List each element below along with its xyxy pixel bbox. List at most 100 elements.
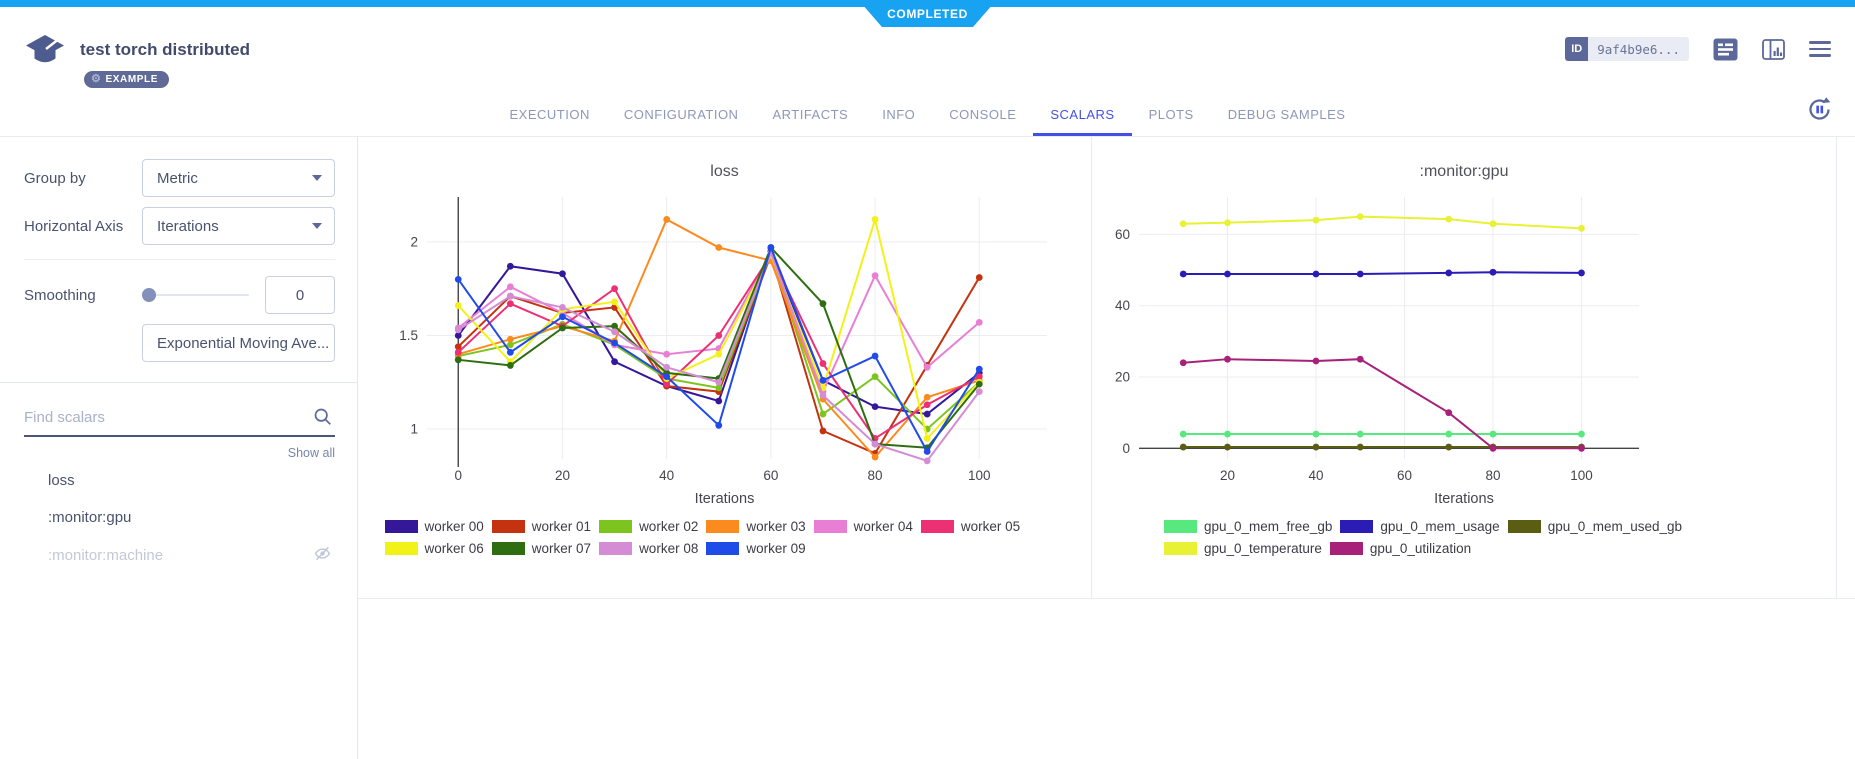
smoothing-label: Smoothing [24,287,142,304]
smoothing-slider[interactable] [142,288,249,302]
legend-item-worker-05[interactable]: worker 05 [921,519,1020,534]
horizontal-axis-label: Horizontal Axis [24,218,142,235]
smoothing-value-input[interactable] [265,276,335,314]
horizontal-axis-select[interactable]: Iterations [142,207,335,245]
smoothing-method-select[interactable]: Exponential Moving Ave... [142,324,335,362]
svg-text:0: 0 [1122,441,1130,456]
legend-swatch [385,520,418,533]
svg-text:60: 60 [763,468,778,483]
caret-down-icon [312,175,322,181]
svg-text:1.5: 1.5 [399,328,418,343]
legend-item-worker-01[interactable]: worker 01 [492,519,591,534]
legend-item-worker-07[interactable]: worker 07 [492,541,591,556]
tab-execution[interactable]: EXECUTION [493,107,607,136]
id-value: 9af4b9e6... [1588,37,1689,61]
tab-artifacts[interactable]: ARTIFACTS [755,107,865,136]
scalars-sidebar: Group by Metric Horizontal Axis Iteratio… [0,137,358,759]
svg-text:100: 100 [1570,468,1593,483]
legend-label: worker 09 [746,541,805,556]
slider-handle[interactable] [142,288,156,302]
chart-title: :monitor:gpu [1092,163,1836,181]
legend-swatch [385,542,418,555]
legend-swatch [1508,520,1541,533]
loss-chart-plot[interactable]: 11.52020406080100 [375,189,1075,489]
legend-item-worker-02[interactable]: worker 02 [599,519,698,534]
menu-button[interactable] [1809,41,1831,57]
legend-label: worker 02 [639,519,698,534]
tab-debug-samples[interactable]: DEBUG SAMPLES [1211,107,1363,136]
tab-scalars[interactable]: SCALARS [1033,107,1131,136]
legend-swatch [1164,520,1197,533]
svg-text:40: 40 [659,468,674,483]
details-view-button[interactable] [1713,38,1738,61]
eye-slash-icon [314,546,331,561]
caret-down-icon [312,223,322,229]
metric-item-loss[interactable]: loss [24,462,335,499]
legend-item-gpu_0_mem_usage[interactable]: gpu_0_mem_usage [1340,519,1499,534]
legend-label: worker 00 [425,519,484,534]
legend-swatch [1164,542,1197,555]
legend-item-worker-09[interactable]: worker 09 [706,541,805,556]
legend-swatch [1330,542,1363,555]
svg-text:40: 40 [1308,468,1323,483]
metric-list: loss:monitor:gpu:monitor:machine [24,462,335,575]
svg-text:80: 80 [868,468,883,483]
example-badge: ⚙ EXAMPLE [84,71,169,88]
legend-swatch [706,520,739,533]
legend-swatch [599,542,632,555]
legend-item-gpu_0_temperature[interactable]: gpu_0_temperature [1164,541,1322,556]
legend-label: gpu_0_mem_free_gb [1204,519,1332,534]
tab-plots[interactable]: PLOTS [1132,107,1211,136]
tab-group: EXECUTIONCONFIGURATIONARTIFACTSINFOCONSO… [0,91,1855,136]
charts-row: loss 11.52020406080100 Iterations worker… [358,137,1855,599]
legend-item-gpu_0_utilization[interactable]: gpu_0_utilization [1330,541,1471,556]
svg-text:1: 1 [410,422,418,437]
gpu-chart-plot[interactable]: 020406020406080100 [1094,189,1714,489]
legend-item-worker-06[interactable]: worker 06 [385,541,484,556]
charts-area: loss 11.52020406080100 Iterations worker… [358,137,1855,759]
show-all-link[interactable]: Show all [24,446,335,460]
legend-label: gpu_0_mem_used_gb [1548,519,1682,534]
id-label: ID [1565,37,1588,61]
chart-title: loss [358,163,1091,181]
legend-label: worker 08 [639,541,698,556]
refresh-pause-icon [1806,96,1833,123]
app-logo-icon [26,35,66,73]
hide-metric-toggle[interactable] [314,546,331,565]
svg-text:20: 20 [1115,370,1130,385]
legend-label: worker 01 [532,519,591,534]
find-scalars-input[interactable] [24,405,335,437]
legend-item-worker-04[interactable]: worker 04 [814,519,913,534]
loss-chart-panel: loss 11.52020406080100 Iterations worker… [358,137,1092,598]
details-icon [1713,38,1738,61]
legend-swatch [706,542,739,555]
auto-refresh-button[interactable] [1806,96,1833,128]
experiment-title: test torch distributed [80,40,250,60]
tab-bar: EXECUTIONCONFIGURATIONARTIFACTSINFOCONSO… [0,91,1855,137]
metric-item-monitor-gpu[interactable]: :monitor:gpu [24,499,335,536]
legend-label: worker 07 [532,541,591,556]
legend-item-worker-08[interactable]: worker 08 [599,541,698,556]
svg-text:40: 40 [1115,298,1130,313]
legend-label: worker 05 [961,519,1020,534]
legend-item-gpu_0_mem_used_gb[interactable]: gpu_0_mem_used_gb [1508,519,1682,534]
legend-item-worker-03[interactable]: worker 03 [706,519,805,534]
svg-text:100: 100 [968,468,991,483]
search-icon [313,407,333,432]
legend-swatch [921,520,954,533]
legend-swatch [492,542,525,555]
main-content: Group by Metric Horizontal Axis Iteratio… [0,137,1855,759]
tab-configuration[interactable]: CONFIGURATION [607,107,756,136]
gear-icon: ⚙ [91,74,101,85]
tab-console[interactable]: CONSOLE [932,107,1033,136]
group-by-select[interactable]: Metric [142,159,335,197]
split-view-button[interactable] [1762,39,1785,60]
experiment-id-chip[interactable]: ID 9af4b9e6... [1565,37,1689,61]
header-actions: ID 9af4b9e6... [1565,37,1831,61]
legend-item-gpu_0_mem_free_gb[interactable]: gpu_0_mem_free_gb [1164,519,1332,534]
metric-item-monitor-machine[interactable]: :monitor:machine [24,536,335,575]
tab-info[interactable]: INFO [865,107,932,136]
legend-item-worker-00[interactable]: worker 00 [385,519,484,534]
gpu-chart-legend: gpu_0_mem_free_gb gpu_0_mem_usage gpu_0_me… [1164,519,1764,563]
group-by-value: Metric [157,170,198,187]
